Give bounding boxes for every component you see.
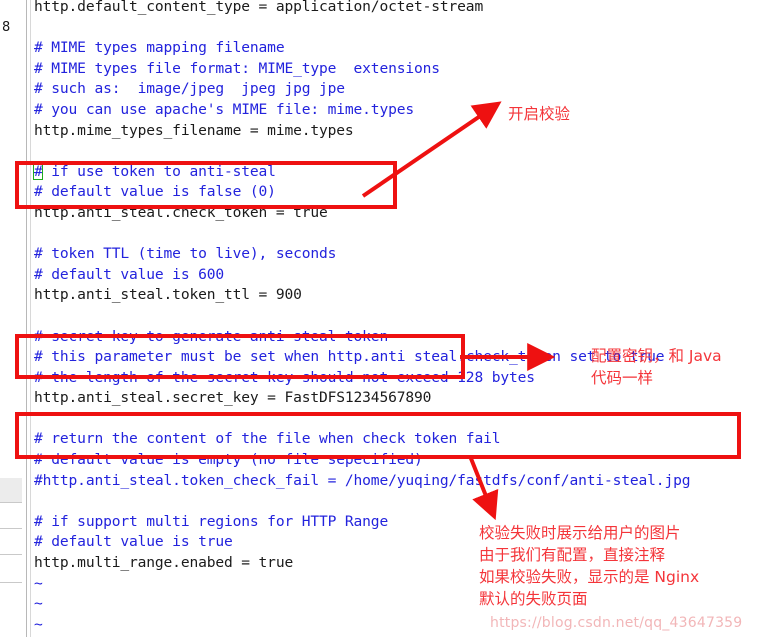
code-line: http.anti_steal.token_ttl = 900 bbox=[34, 286, 302, 304]
code-line: #http.anti_steal.token_check_fail = /hom… bbox=[34, 471, 691, 489]
left-panel-row[interactable] bbox=[0, 478, 22, 503]
left-panel-row[interactable] bbox=[0, 528, 22, 555]
watermark-text: https://blog.csdn.net/qq_43647359 bbox=[490, 615, 743, 631]
editor-pane-divider-inner bbox=[30, 0, 31, 637]
annotation-fail-page: 校验失败时展示给用户的图片 由于我们有配置，直接注释 如果校验失败，显示的是 N… bbox=[479, 524, 700, 608]
annotation-enable-check: 开启校验 bbox=[508, 105, 571, 123]
left-panel-row[interactable] bbox=[0, 554, 22, 583]
highlight-box-token-check-fail bbox=[15, 412, 741, 459]
editor-pane-divider bbox=[26, 0, 27, 637]
code-line: http.mime_types_filename = mime.types bbox=[34, 121, 354, 139]
left-panel-row[interactable] bbox=[0, 502, 22, 529]
screenshot-root: 8 http.default_content_type = applicatio… bbox=[0, 0, 768, 637]
code-line: # default value is 600 bbox=[34, 265, 224, 283]
code-line: # MIME types mapping filename bbox=[34, 39, 285, 57]
code-line: # MIME types file format: MIME_type exte… bbox=[34, 59, 440, 77]
code-line: http.anti_steal.secret_key = FastDFS1234… bbox=[34, 389, 432, 407]
code-line: # you can use apache's MIME file: mime.t… bbox=[34, 100, 414, 118]
code-line: # token TTL (time to live), seconds bbox=[34, 245, 337, 263]
code-line: # such as: image/jpeg jpeg jpg jpe bbox=[34, 80, 345, 98]
left-side-panel bbox=[0, 0, 22, 637]
highlight-box-check-token bbox=[15, 161, 397, 209]
gutter-line-number: 8 bbox=[2, 20, 11, 35]
annotation-secret-key: 配置密钥，和 Java 代码一样 bbox=[591, 347, 722, 387]
code-line: http.default_content_type = application/… bbox=[34, 0, 484, 15]
highlight-box-secret-key bbox=[15, 334, 465, 379]
